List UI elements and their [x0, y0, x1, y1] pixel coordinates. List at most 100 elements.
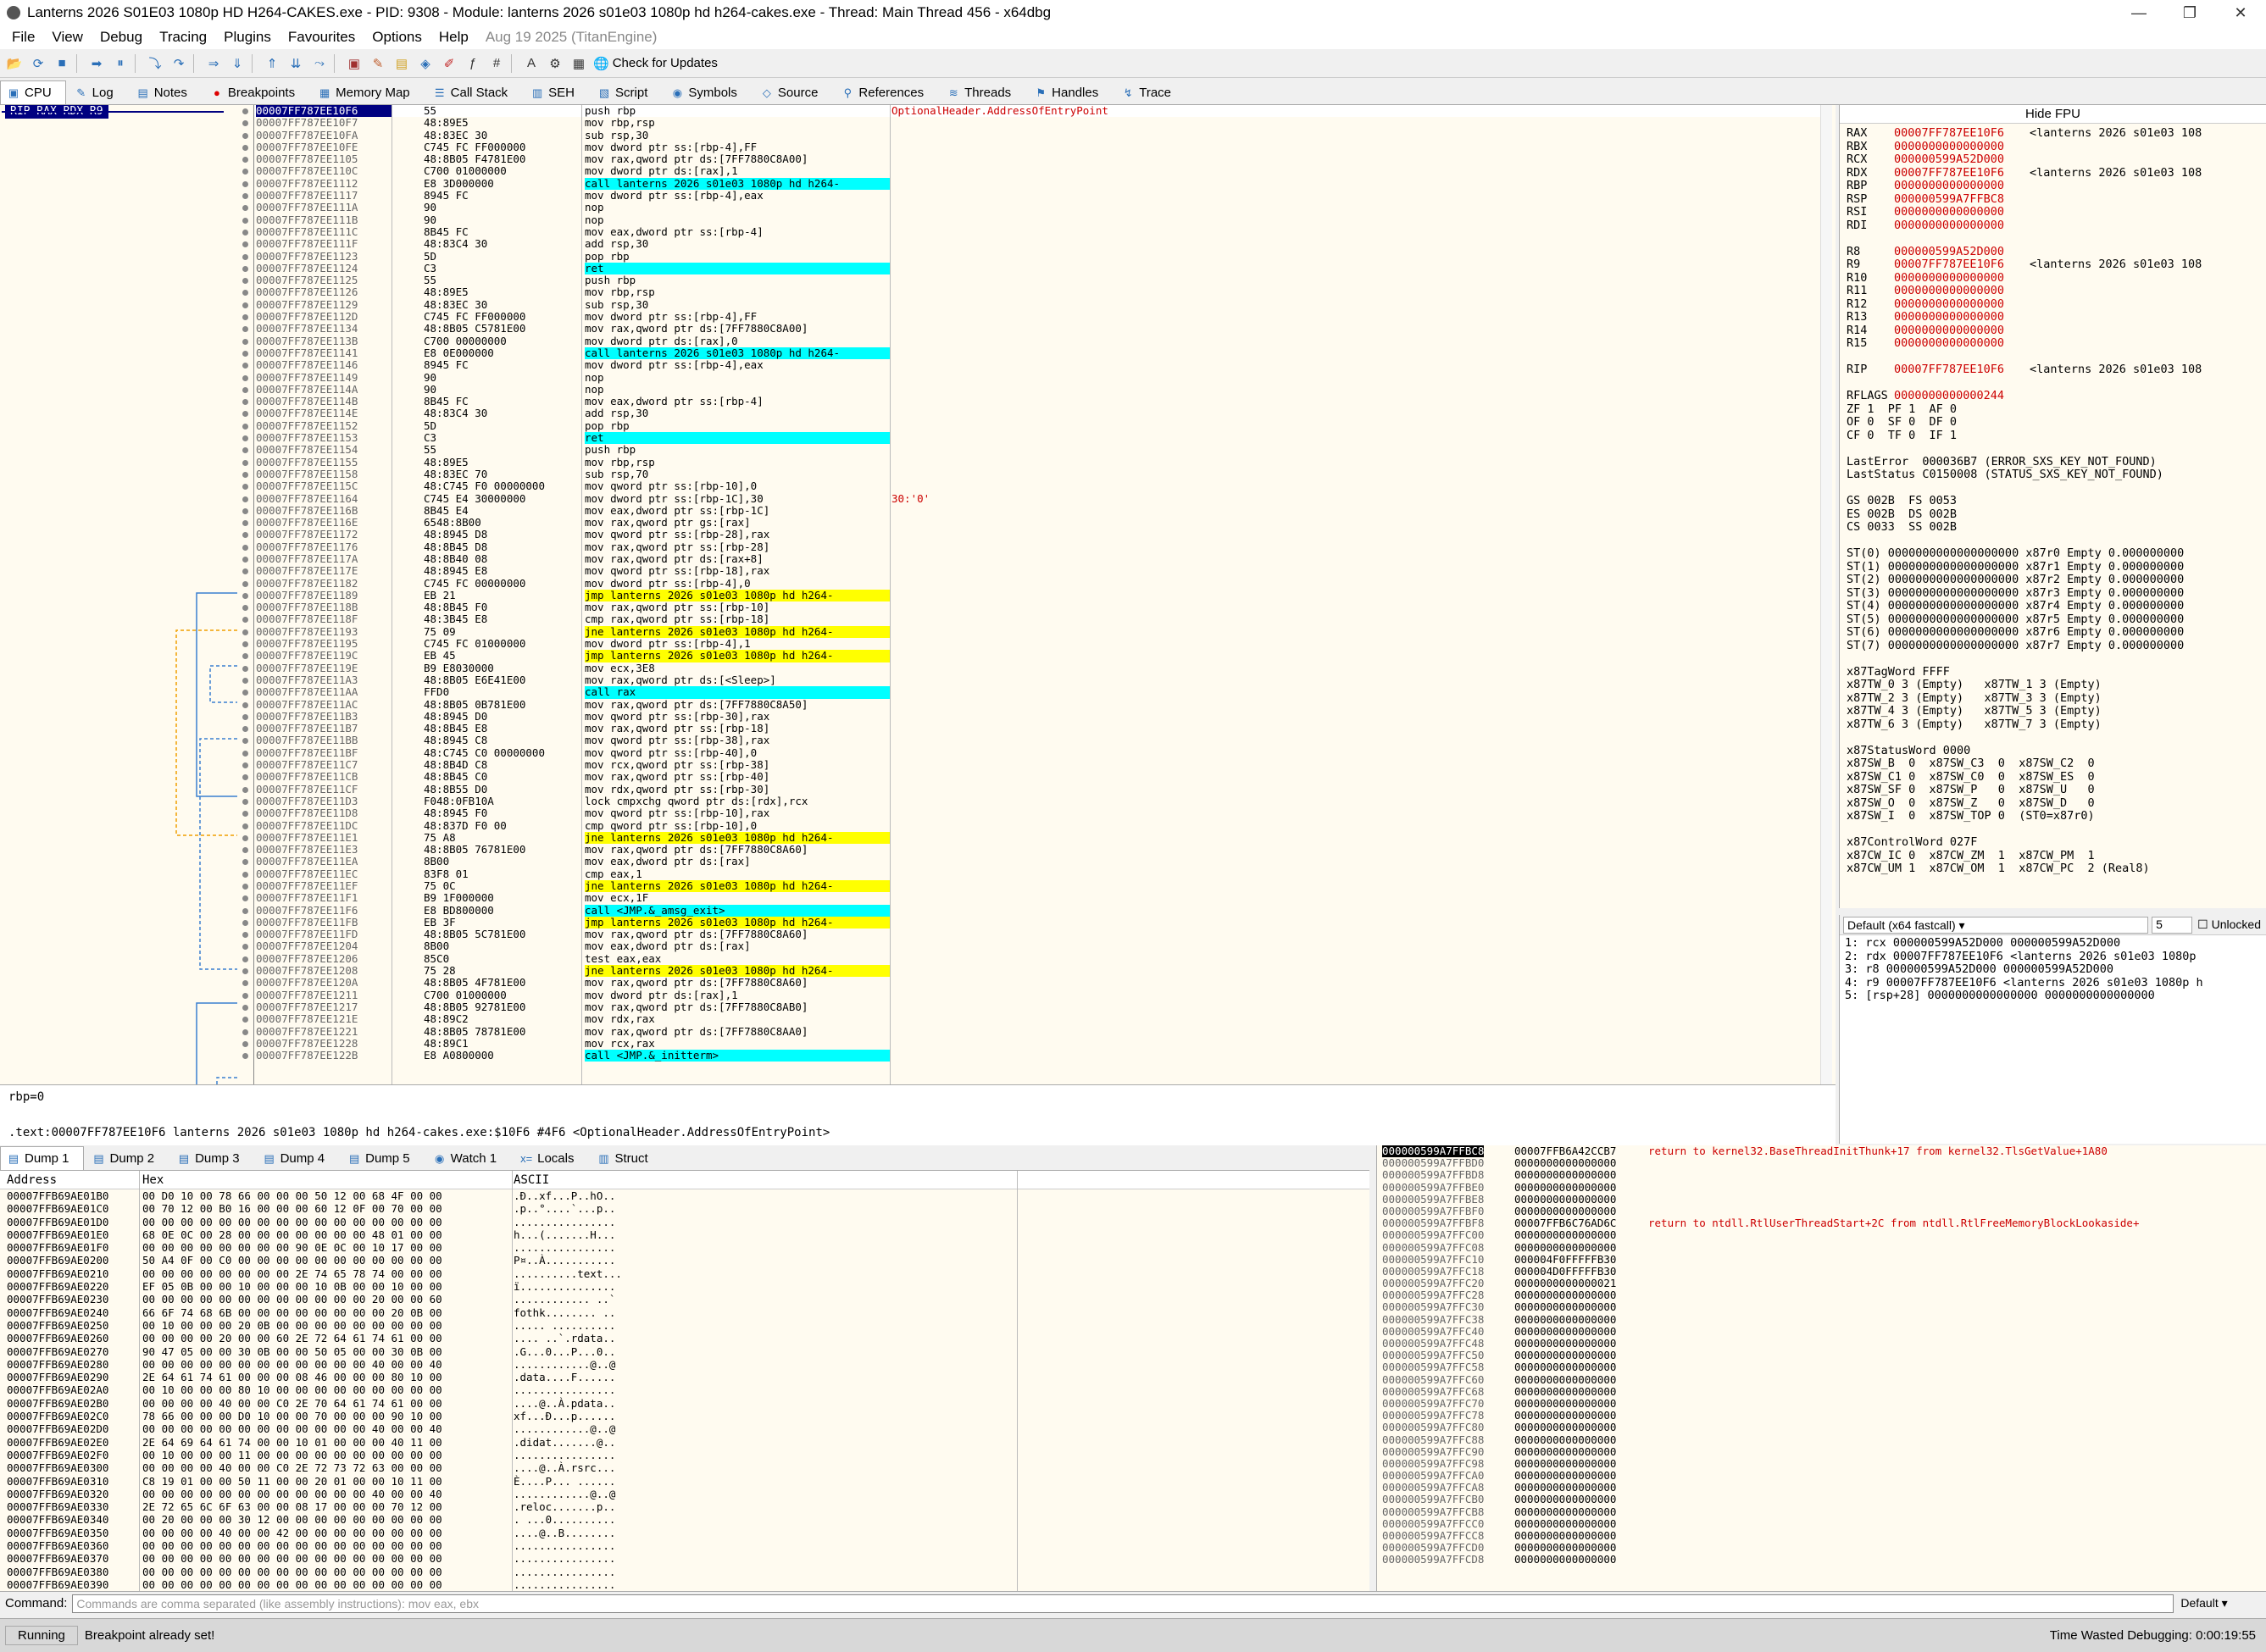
register-row[interactable]: x87TagWord FFFF — [1840, 665, 2266, 679]
register-value[interactable]: 0000000000000000 — [1894, 284, 2004, 297]
register-value[interactable]: 0000000000000000 — [1894, 179, 2004, 192]
register-row[interactable] — [1840, 442, 2266, 456]
disasm-row[interactable]: 00007FF787EE11FB EB 3F jmp lanterns 2026 s… — [242, 916, 1822, 929]
disasm-row[interactable]: 00007FF787EE110C C700 01000000 mov dword p… — [242, 165, 1822, 177]
register-value[interactable]: 00007FF787EE10F6 — [1894, 258, 2004, 271]
disasm-row[interactable]: 00007FF787EE120A 48:8B05 4F781E00 mov rax,… — [242, 977, 1822, 989]
register-row[interactable] — [1840, 377, 2266, 391]
register-row[interactable]: x87SW_B 0 x87SW_C3 0 x87SW_C2 0 — [1840, 757, 2266, 771]
register-row[interactable]: x87StatusWord 0000 — [1840, 744, 2266, 758]
dump-tab-dump-2[interactable]: ▤ Dump 2 — [86, 1146, 169, 1170]
stack-row[interactable]: 000000599A7FFCB0 0000000000000000 — [1377, 1494, 2266, 1505]
dump-row[interactable]: 00007FFB69AE02A0 00 10 00 00 00 80 10 00 … — [0, 1383, 1369, 1396]
breakpoint-dot[interactable] — [242, 459, 248, 466]
argument-row[interactable]: 1: rcx 000000599A52D000 000000599A52D000 — [1840, 936, 2266, 951]
breakpoint-dot[interactable] — [242, 641, 248, 648]
breakpoint-dot[interactable] — [242, 919, 248, 926]
stack-row[interactable]: 000000599A7FFC88 0000000000000000 — [1377, 1433, 2266, 1446]
disasm-row[interactable]: 00007FF787EE114E 48:83C4 30 add rsp,30 — [242, 407, 1822, 419]
breakpoint-dot[interactable] — [242, 435, 248, 442]
breakpoint-dot[interactable] — [242, 762, 248, 769]
register-row[interactable]: x87CW_IC 0 x87CW_ZM 1 x87CW_PM 1 — [1840, 849, 2266, 863]
breakpoint-dot[interactable] — [242, 253, 248, 260]
disasm-row[interactable]: 00007FF787EE115C 48:C745 F0 00000000 mov q… — [242, 480, 1822, 492]
tab-cpu[interactable]: ▣ CPU — [0, 80, 66, 104]
disasm-row[interactable]: 00007FF787EE11EC 83F8 01 cmp eax,1 — [242, 868, 1822, 880]
disasm-row[interactable]: 00007FF787EE11B7 48:8B45 E8 mov rax,qword … — [242, 722, 1822, 735]
dump-row[interactable]: 00007FFB69AE0390 00 00 00 00 00 00 00 00 … — [0, 1578, 1369, 1591]
disasm-row[interactable]: 00007FF787EE111A 90 nop — [242, 202, 1822, 213]
register-row[interactable] — [1840, 823, 2266, 837]
stack-row[interactable]: 000000599A7FFC90 0000000000000000 — [1377, 1445, 2266, 1458]
breakpoint-dot[interactable] — [242, 1004, 248, 1011]
register-value[interactable]: 000000599A7FFBC8 — [1894, 192, 2004, 206]
stack-row[interactable]: 000000599A7FFBF0 0000000000000000 — [1377, 1205, 2266, 1217]
disasm-row[interactable]: 00007FF787EE1176 48:8B45 D8 mov rax,qword … — [242, 541, 1822, 553]
breakpoint-dot[interactable] — [242, 229, 248, 236]
tab-trace[interactable]: ↯ Trace — [1114, 80, 1186, 104]
register-row[interactable]: ST(1) 0000000000000000000 x87r1 Empty 0.… — [1840, 560, 2266, 574]
disasm-row[interactable]: 00007FF787EE116B 8B45 E4 mov eax,dword ptr… — [242, 504, 1822, 517]
breakpoint-dot[interactable] — [242, 180, 248, 187]
register-value[interactable]: 0000000000000000 — [1894, 324, 2004, 337]
register-row[interactable]: x87ControlWord 027F — [1840, 835, 2266, 850]
dump-row[interactable]: 00007FFB69AE0270 90 47 05 00 00 30 0B 00 … — [0, 1345, 1369, 1358]
stack-row[interactable]: 000000599A7FFC00 0000000000000000 — [1377, 1229, 2266, 1241]
register-row[interactable]: ES 002B DS 002B — [1840, 507, 2266, 522]
breakpoint-dot[interactable] — [242, 701, 248, 708]
stack-row[interactable]: 000000599A7FFC28 0000000000000000 — [1377, 1289, 2266, 1301]
disasm-row[interactable]: 00007FF787EE1182 C745 FC 00000000 mov dwor… — [242, 577, 1822, 590]
breakpoint-dot[interactable] — [242, 471, 248, 478]
disasm-row[interactable]: 00007FF787EE122B E8 A0800000 call <JMP.&_i… — [242, 1049, 1822, 1062]
breakpoint-dot[interactable] — [242, 507, 248, 514]
register-row[interactable]: x87CW_UM 1 x87CW_OM 1 x87CW_PC 2 (Real8) — [1840, 862, 2266, 876]
hash-icon[interactable]: # — [487, 54, 506, 73]
command-mode-select[interactable]: Default ▾ — [2180, 1596, 2227, 1610]
dump-row[interactable]: 00007FFB69AE0230 00 00 00 00 00 00 00 00 … — [0, 1293, 1369, 1306]
disasm-row[interactable]: 00007FF787EE1195 C745 FC 01000000 mov dwor… — [242, 637, 1822, 650]
register-row[interactable]: x87TW_4 3 (Empty) x87TW_5 3 (Empty) — [1840, 704, 2266, 718]
dump-row[interactable]: 00007FFB69AE0350 00 00 00 00 40 00 00 42 … — [0, 1527, 1369, 1539]
stack-row[interactable]: 000000599A7FFCC8 0000000000000000 — [1377, 1529, 2266, 1542]
dump-row[interactable]: 00007FFB69AE0210 00 00 00 00 00 00 00 00 … — [0, 1267, 1369, 1280]
bookmark-icon[interactable]: ✐ — [440, 54, 458, 73]
menu-tracing[interactable]: Tracing — [159, 29, 207, 46]
register-row[interactable]: R10 0000000000000000 — [1840, 271, 2266, 285]
disasm-row[interactable]: 00007FF787EE11AA FFD0 call rax — [242, 685, 1822, 699]
register-row[interactable]: ST(7) 0000000000000000000 x87r7 Empty 0.… — [1840, 639, 2266, 653]
register-row[interactable]: ST(0) 0000000000000000000 x87r0 Empty 0.… — [1840, 546, 2266, 561]
disasm-row[interactable]: 00007FF787EE113B C700 00000000 mov dword p… — [242, 335, 1822, 347]
stack-row[interactable]: 000000599A7FFC38 0000000000000000 — [1377, 1313, 2266, 1326]
breakpoint-dot[interactable] — [242, 544, 248, 551]
disasm-row[interactable]: 00007FF787EE11AC 48:8B05 0B781E00 mov rax,… — [242, 698, 1822, 711]
stack-row[interactable]: 000000599A7FFC50 0000000000000000 — [1377, 1349, 2266, 1361]
register-row[interactable]: x87SW_SF 0 x87SW_P 0 x87SW_U 0 — [1840, 783, 2266, 797]
tab-references[interactable]: ⚲ References — [834, 80, 938, 104]
argument-row[interactable]: 2: rdx 00007FF787EE10F6 <lanterns 2026 s… — [1840, 950, 2266, 964]
breakpoint-dot[interactable] — [242, 871, 248, 878]
disasm-row[interactable]: 00007FF787EE11BF 48:C745 C0 00000000 mov q… — [242, 746, 1822, 759]
register-row[interactable]: R13 0000000000000000 — [1840, 310, 2266, 324]
dump-tab-dump-5[interactable]: ▤ Dump 5 — [341, 1146, 425, 1170]
disasm-row[interactable]: 00007FF787EE11EF 75 0C jne lanterns 2026 s… — [242, 879, 1822, 893]
disasm-row[interactable]: 00007FF787EE112D C745 FC FF000000 mov dwor… — [242, 310, 1822, 323]
breakpoint-dot[interactable] — [242, 144, 248, 151]
minimize-button[interactable]: — — [2115, 0, 2163, 25]
dump-tab-dump-1[interactable]: ▤ Dump 1 — [0, 1146, 84, 1170]
register-row[interactable]: CF 0 TF 0 IF 1 — [1840, 429, 2266, 443]
disasm-row[interactable]: 00007FF787EE11F1 B9 1F000000 mov ecx,1F — [242, 891, 1822, 904]
tab-memory-map[interactable]: ▦ Memory Map — [311, 80, 425, 104]
disasm-row[interactable]: 00007FF787EE1112 E8 3D000000 call lanterns… — [242, 177, 1822, 191]
disasm-row[interactable]: 00007FF787EE1149 90 nop — [242, 371, 1822, 384]
call-convention-select[interactable]: Default (x64 fastcall) ▾ — [1843, 916, 2149, 934]
disasm-row[interactable]: 00007FF787EE1211 C700 01000000 mov dword p… — [242, 989, 1822, 1001]
register-row[interactable]: RCX 000000599A52D000 — [1840, 152, 2266, 167]
disasm-row[interactable]: 00007FF787EE11CB 48:8B45 C0 mov rax,qword … — [242, 771, 1822, 783]
breakpoint-dot[interactable] — [242, 629, 248, 635]
run-to-user-code-icon[interactable]: ⇊ — [286, 54, 305, 73]
disasm-row[interactable]: 00007FF787EE114A 90 nop — [242, 383, 1822, 396]
breakpoint-dot[interactable] — [242, 823, 248, 829]
stack-row[interactable]: 000000599A7FFC40 0000000000000000 — [1377, 1325, 2266, 1338]
disasm-row[interactable]: 00007FF787EE11DC 48:837D F0 00 cmp qword p… — [242, 819, 1822, 832]
argument-row[interactable]: 4: r9 00007FF787EE10F6 <lanterns 2026 s0… — [1840, 976, 2266, 990]
